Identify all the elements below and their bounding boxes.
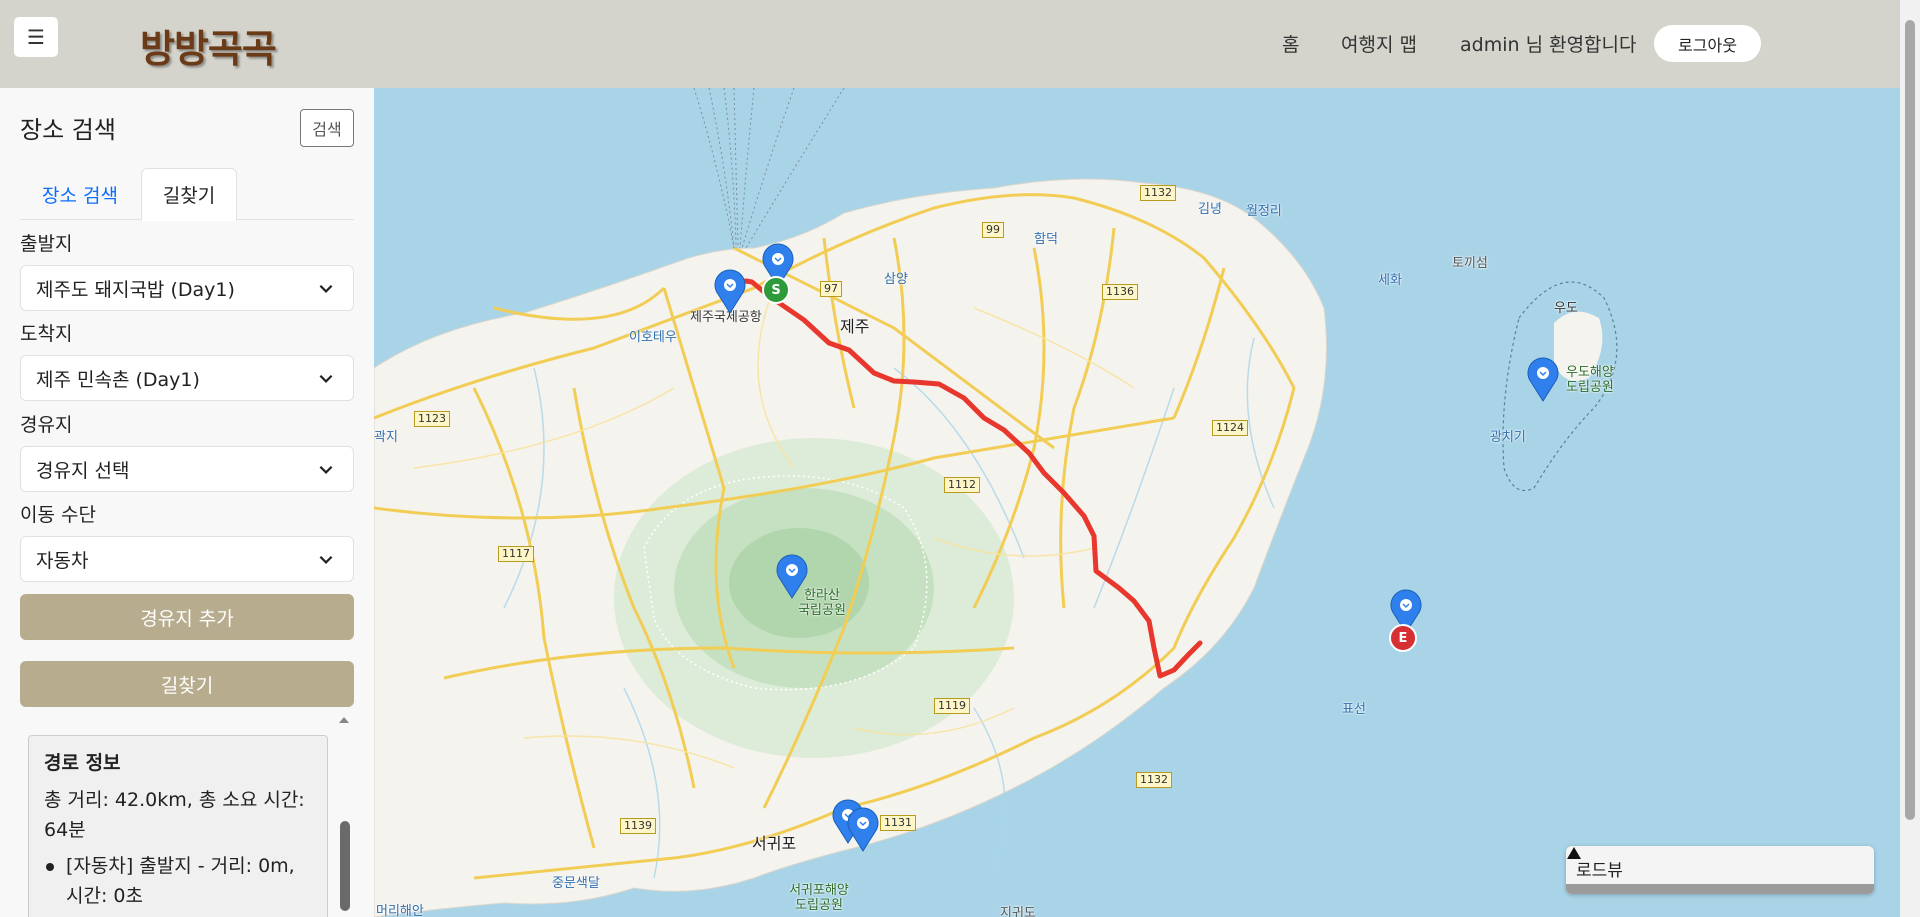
- road-shield-99: 99: [982, 222, 1004, 238]
- route-summary: 총 거리: 42.0km, 총 소요 시간: 64분: [44, 789, 305, 841]
- route-info-box: 경로 정보 총 거리: 42.0km, 총 소요 시간: 64분 [자동차] 출…: [28, 735, 328, 917]
- route-info-scrollbar[interactable]: [340, 821, 350, 911]
- window-scrollbar-thumb[interactable]: [1905, 20, 1915, 820]
- road-shield-1131: 1131: [880, 815, 916, 831]
- route-info-title: 경로 정보: [44, 752, 121, 774]
- chevron-down-icon: [319, 374, 333, 383]
- roadview-panel[interactable]: 로드뷰: [1566, 846, 1874, 894]
- nav-travel-map-link[interactable]: 여행지 맵: [1341, 30, 1417, 57]
- roadview-bar: [1566, 884, 1874, 894]
- scroll-up-arrow-icon[interactable]: [338, 714, 350, 726]
- transport-value: 자동차: [36, 549, 89, 572]
- map-view[interactable]: 제주 제주국제공항 이호테우 삼양 함덕 김녕 월정리 세화 토끼섬 우도 우도…: [374, 88, 1900, 917]
- nav-home-link[interactable]: 홈: [1282, 30, 1299, 57]
- map-label-sehwa: 세화: [1378, 273, 1402, 288]
- add-waypoint-button[interactable]: 경유지 추가: [20, 594, 354, 640]
- arrival-label: 도착지: [20, 323, 73, 345]
- map-pin-icon[interactable]: [713, 268, 747, 314]
- map-label-gwakji: 곽지: [374, 430, 398, 445]
- map-label-woljeongri: 월정리: [1246, 204, 1282, 219]
- road-shield-1117: 1117: [498, 546, 534, 562]
- tab-bar: 장소 검색 길찾기: [20, 168, 354, 221]
- road-shield-97: 97: [820, 281, 842, 297]
- map-label-udo: 우도: [1554, 301, 1578, 316]
- hamburger-menu-button[interactable]: ☰: [14, 17, 58, 57]
- road-shield-1132-south: 1132: [1136, 772, 1172, 788]
- logout-button[interactable]: 로그아웃: [1654, 25, 1761, 62]
- map-label-gwangchigi: 광치기: [1490, 430, 1526, 445]
- window-scrollbar[interactable]: [1900, 0, 1920, 917]
- road-shield-1119: 1119: [934, 698, 970, 714]
- map-label-jungmun: 중문색달: [552, 876, 600, 891]
- road-shield-1123: 1123: [414, 411, 450, 427]
- map-label-ihotewoo: 이호테우: [629, 330, 677, 345]
- map-pin-icon[interactable]: [846, 806, 880, 852]
- arrival-select[interactable]: 제주 민속촌 (Day1): [20, 355, 354, 401]
- road-shield-1112: 1112: [944, 477, 980, 493]
- map-label-seogwipo: 서귀포: [752, 834, 797, 853]
- map-label-nanmeori: 머리해안: [376, 904, 424, 917]
- route-start-marker[interactable]: S: [762, 276, 790, 304]
- roadview-label: 로드뷰: [1576, 861, 1623, 881]
- waypoint-value: 경유지 선택: [36, 459, 130, 482]
- map-label-jigwido: 지귀도: [1000, 906, 1036, 917]
- map-label-tokkiseom: 토끼섬: [1452, 256, 1488, 271]
- departure-label: 출발지: [20, 233, 73, 255]
- chevron-down-icon: [319, 284, 333, 293]
- triangle-up-icon[interactable]: [1566, 846, 1582, 860]
- map-label-seogwipo-park: 서귀포해양 도립공원: [789, 883, 849, 913]
- road-shield-1124: 1124: [1212, 420, 1248, 436]
- chevron-down-icon: [319, 465, 333, 474]
- departure-value: 제주도 돼지국밥 (Day1): [36, 278, 235, 301]
- road-shield-1139: 1139: [620, 818, 656, 834]
- chevron-down-icon: [319, 555, 333, 564]
- map-label-udo-park: 우도해양 도립공원: [1566, 365, 1614, 395]
- tab-route-finder[interactable]: 길찾기: [141, 168, 237, 221]
- welcome-text: admin 님 환영합니다: [1460, 34, 1637, 56]
- route-end-marker[interactable]: E: [1389, 624, 1417, 652]
- arrival-value: 제주 민속촌 (Day1): [36, 368, 200, 391]
- map-label-pyoseon: 표선: [1342, 702, 1366, 717]
- map-pin-icon[interactable]: [1526, 356, 1560, 402]
- map-label-gimnyeong: 김녕: [1198, 202, 1222, 217]
- map-label-jeju: 제주: [840, 317, 870, 336]
- tab-place-search[interactable]: 장소 검색: [20, 168, 140, 220]
- transport-label: 이동 수단: [20, 504, 96, 526]
- transport-select[interactable]: 자동차: [20, 536, 354, 582]
- waypoint-label: 경유지: [20, 414, 73, 436]
- route-step: [자동차] 출발지 - 거리: 0m, 시간: 0초: [44, 851, 312, 911]
- map-label-samyang: 삼양: [884, 272, 908, 287]
- hamburger-icon: ☰: [27, 25, 45, 49]
- sidebar-title: 장소 검색: [20, 116, 116, 144]
- site-logo[interactable]: 방방곡곡: [140, 18, 277, 73]
- map-pin-icon[interactable]: [775, 553, 809, 599]
- find-route-button[interactable]: 길찾기: [20, 661, 354, 707]
- map-label-hamdeok: 함덕: [1034, 232, 1058, 247]
- departure-select[interactable]: 제주도 돼지국밥 (Day1): [20, 265, 354, 311]
- road-shield-1136: 1136: [1102, 284, 1138, 300]
- search-button[interactable]: 검색: [300, 109, 354, 147]
- road-shield-1132: 1132: [1140, 185, 1176, 201]
- waypoint-select[interactable]: 경유지 선택: [20, 446, 354, 492]
- sidebar-panel: 장소 검색 검색 장소 검색 길찾기 출발지 제주도 돼지국밥 (Day1) 도…: [0, 88, 374, 917]
- map-canvas[interactable]: [374, 88, 1900, 917]
- top-header: ☰ 방방곡곡 홈 여행지 맵 admin 님 환영합니다 로그아웃: [0, 0, 1900, 88]
